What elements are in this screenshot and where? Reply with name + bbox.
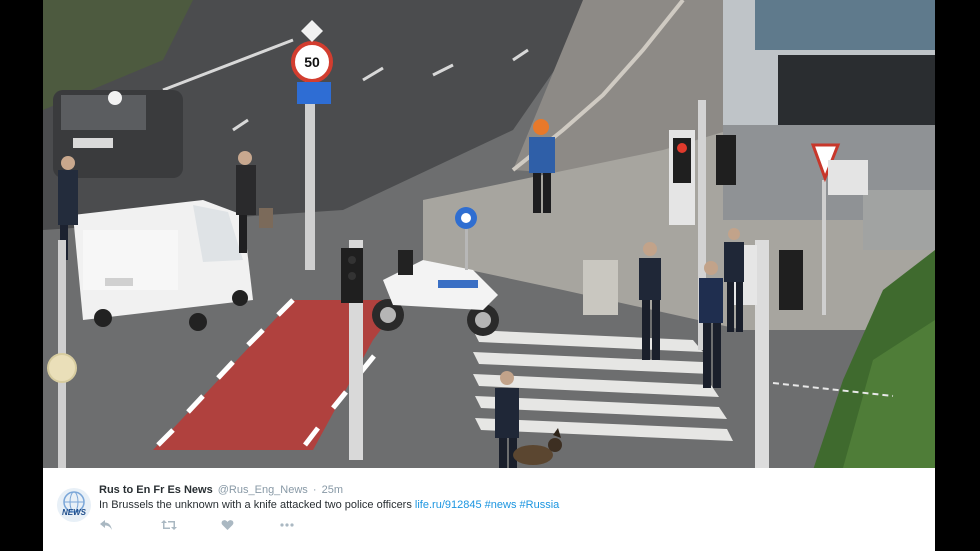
hashtag-russia[interactable]: #Russia <box>520 499 560 511</box>
retweet-icon[interactable] <box>161 519 177 531</box>
reply-icon[interactable] <box>99 519 113 531</box>
tweet-card: 50 NEWS Rus to En Fr Es News @Rus_Eng_Ne… <box>43 0 935 551</box>
display-name[interactable]: Rus to En Fr Es News <box>99 484 213 496</box>
separator: · <box>312 484 317 496</box>
avatar-logo-text: NEWS <box>62 508 86 517</box>
tweet-link[interactable]: life.ru/912845 <box>415 499 482 511</box>
more-icon[interactable] <box>279 519 295 531</box>
tweet-header: Rus to En Fr Es News @Rus_Eng_News · 25m <box>99 484 343 496</box>
avatar[interactable]: NEWS <box>57 488 91 522</box>
hashtag-news[interactable]: #news <box>485 499 517 511</box>
tweet-text-main: In Brussels the unknown with a knife att… <box>99 499 412 511</box>
tweet-body: NEWS Rus to En Fr Es News @Rus_Eng_News … <box>43 468 935 551</box>
timestamp[interactable]: 25m <box>322 484 343 496</box>
street-scene-image: 50 <box>43 0 935 468</box>
user-handle[interactable]: @Rus_Eng_News <box>218 484 308 496</box>
like-icon[interactable] <box>221 519 234 531</box>
speed-limit-value: 50 <box>304 54 320 70</box>
tweet-text: In Brussels the unknown with a knife att… <box>99 499 559 511</box>
tweet-photo[interactable]: 50 <box>43 0 935 468</box>
